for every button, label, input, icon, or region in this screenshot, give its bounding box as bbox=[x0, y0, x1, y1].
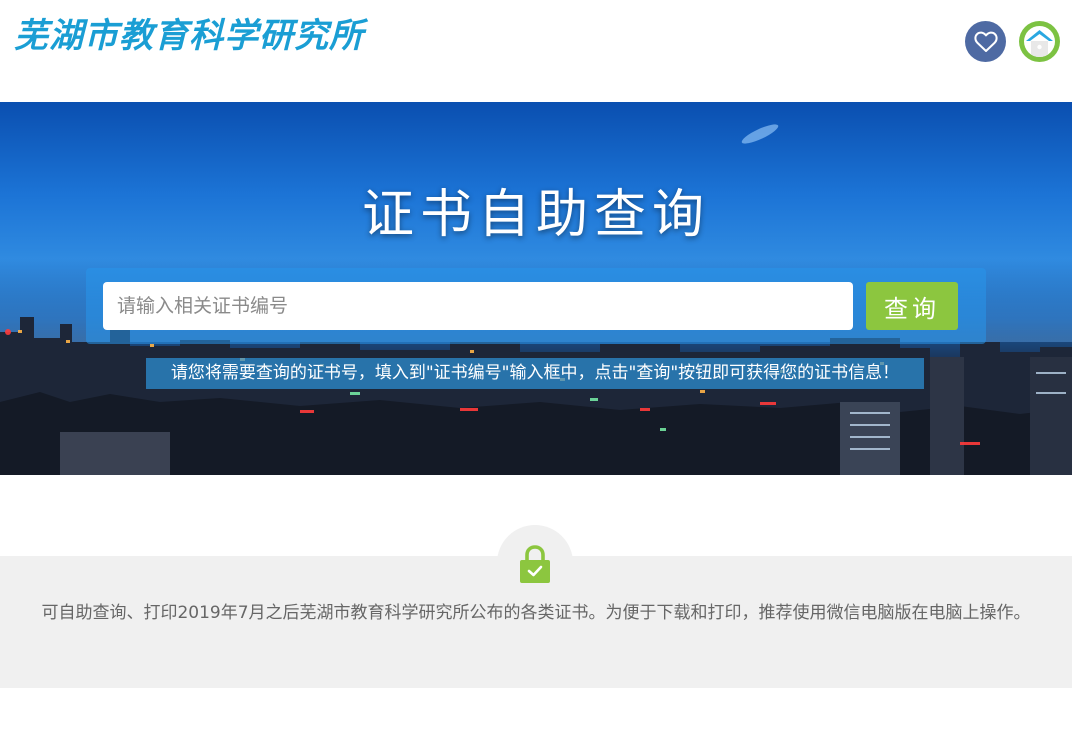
hero-banner: 证书自助查询 查询 请您将需要查询的证书号，填入到"证书编号"输入框中，点击"查… bbox=[0, 102, 1072, 475]
lock-badge bbox=[497, 525, 573, 601]
home-button[interactable] bbox=[1019, 21, 1060, 62]
search-hint: 请您将需要查询的证书号，填入到"证书编号"输入框中，点击"查询"按钮即可获得您的… bbox=[146, 358, 924, 389]
home-icon bbox=[1026, 30, 1053, 57]
certificate-number-input[interactable] bbox=[103, 282, 853, 330]
site-header: 芜湖市教育科学研究所 bbox=[0, 0, 1072, 102]
banner-title: 证书自助查询 bbox=[361, 185, 710, 245]
info-description: 可自助查询、打印2019年7月之后芜湖市教育科学研究所公布的各类证书。为便于下载… bbox=[41, 603, 1031, 623]
heart-icon bbox=[973, 31, 998, 52]
search-panel: 查询 bbox=[86, 268, 986, 344]
site-logo[interactable]: 芜湖市教育科学研究所 bbox=[14, 14, 364, 58]
lock-icon bbox=[520, 545, 550, 583]
search-button[interactable]: 查询 bbox=[866, 282, 958, 330]
home-icon-frame bbox=[1024, 26, 1055, 57]
favorite-button[interactable] bbox=[965, 21, 1006, 62]
